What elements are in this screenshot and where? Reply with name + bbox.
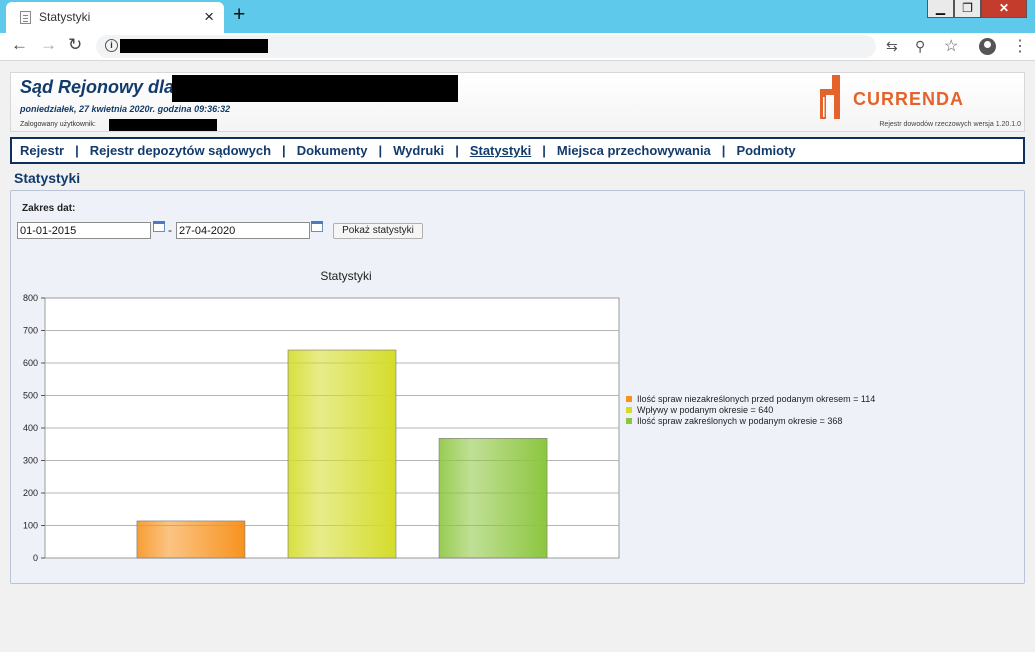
y-tick-label: 300 bbox=[23, 456, 38, 466]
forward-icon[interactable]: → bbox=[40, 35, 57, 55]
menu-item-statystyki[interactable]: Statystyki bbox=[470, 143, 531, 158]
calendar-icon[interactable] bbox=[311, 221, 323, 232]
menu-separator: | bbox=[378, 143, 383, 158]
browser-tab-strip: Statystyki × + ▁ ❐ ✕ bbox=[0, 0, 1035, 33]
y-tick-label: 600 bbox=[23, 358, 38, 368]
menu-item-miejsca-przechowywania[interactable]: Miejsca przechowywania bbox=[557, 143, 711, 158]
y-tick-label: 100 bbox=[23, 521, 38, 531]
profile-avatar-icon[interactable] bbox=[979, 38, 996, 55]
date-to-input[interactable] bbox=[176, 222, 310, 239]
reload-icon[interactable]: ↻ bbox=[68, 35, 82, 55]
bookmark-star-icon[interactable]: ☆ bbox=[944, 36, 958, 56]
date-range-dash: - bbox=[168, 223, 172, 237]
redacted-user-name bbox=[109, 119, 217, 131]
app-version: Rejestr dowodów rzeczowych wersja 1.20.1… bbox=[879, 121, 1021, 128]
site-info-icon[interactable]: i bbox=[105, 39, 118, 52]
app-header: Sąd Rejonowy dla poniedziałek, 27 kwietn… bbox=[10, 72, 1025, 132]
zoom-icon[interactable]: ⚲ bbox=[915, 38, 925, 55]
menu-separator: | bbox=[455, 143, 459, 158]
redacted-url bbox=[120, 39, 268, 53]
y-tick-label: 200 bbox=[23, 488, 38, 498]
tab-title: Statystyki bbox=[39, 10, 91, 24]
page-title: Statystyki bbox=[14, 170, 81, 186]
statistics-chart: Statystyki 0 100 200 300 400 500 600 700 800 Ilość… bbox=[23, 269, 875, 563]
y-tick-label: 700 bbox=[23, 326, 38, 336]
show-statistics-button[interactable]: Pokaż statystyki bbox=[333, 223, 423, 239]
restore-icon[interactable]: ❐ bbox=[954, 0, 981, 18]
bar bbox=[438, 438, 548, 559]
court-name: Sąd Rejonowy dla bbox=[20, 77, 175, 97]
legend-label: Ilość spraw niezakreślonych przed podany… bbox=[637, 394, 875, 404]
y-tick-label: 500 bbox=[23, 391, 38, 401]
menu-item-wydruki[interactable]: Wydruki bbox=[393, 143, 444, 158]
menu-item-podmioty[interactable]: Podmioty bbox=[736, 143, 795, 158]
page-content: Sąd Rejonowy dla poniedziałek, 27 kwietn… bbox=[0, 62, 1035, 652]
logo-text: CURRENDA bbox=[853, 89, 964, 109]
date-from-input[interactable] bbox=[17, 222, 151, 239]
legend-swatch bbox=[626, 396, 632, 402]
translate-icon[interactable]: ⇆ bbox=[886, 38, 898, 55]
chart-title: Statystyki bbox=[320, 269, 371, 283]
current-datetime: poniedziałek, 27 kwietnia 2020r. godzina… bbox=[20, 104, 231, 114]
page-favicon-icon bbox=[20, 11, 31, 24]
statistics-panel: Zakres dat: - Pokaż statystyki Statystyk… bbox=[10, 190, 1025, 584]
new-tab-icon[interactable]: + bbox=[233, 3, 245, 27]
calendar-icon[interactable] bbox=[153, 221, 165, 232]
y-tick-label: 800 bbox=[23, 293, 38, 303]
minimize-icon[interactable]: ▁ bbox=[927, 0, 954, 18]
window-close-icon[interactable]: ✕ bbox=[981, 0, 1027, 18]
y-tick-label: 400 bbox=[23, 423, 38, 433]
legend-swatch bbox=[626, 418, 632, 424]
currenda-logo-icon bbox=[820, 75, 840, 119]
y-tick-label: 0 bbox=[33, 553, 38, 563]
logged-user-label: Zalogowany użytkownik: bbox=[20, 121, 96, 128]
menu-separator: | bbox=[75, 143, 79, 158]
menu-item-dokumenty[interactable]: Dokumenty bbox=[297, 143, 368, 158]
back-icon[interactable]: ← bbox=[11, 35, 28, 55]
menu-item-rejestr[interactable]: Rejestr bbox=[20, 143, 64, 158]
legend-swatch bbox=[626, 407, 632, 413]
bar bbox=[287, 349, 397, 559]
legend-label: Ilość spraw zakreślonych w podanym okres… bbox=[637, 416, 842, 426]
menu-items: Rejestr | Rejestr depozytów sądowych | Dokum… bbox=[20, 143, 796, 158]
menu-separator: | bbox=[542, 143, 546, 158]
address-bar[interactable]: i bbox=[96, 35, 876, 58]
legend-label: Wpływy w podanym okresie = 640 bbox=[637, 405, 773, 415]
main-menu: Rejestr | Rejestr depozytów sądowych | Dokum… bbox=[10, 137, 1025, 164]
browser-tab[interactable]: Statystyki × bbox=[6, 2, 224, 33]
window-controls: ▁ ❐ ✕ bbox=[927, 0, 1027, 18]
browser-menu-icon[interactable]: ⋮ bbox=[1012, 36, 1028, 56]
date-range-label: Zakres dat: bbox=[22, 203, 76, 214]
bar bbox=[136, 520, 246, 559]
tab-close-icon[interactable]: × bbox=[204, 7, 214, 27]
browser-toolbar: ← → ↻ i ⇆ ⚲ ☆ ⋮ bbox=[0, 33, 1035, 61]
menu-separator: | bbox=[721, 143, 726, 158]
redacted-court-name bbox=[172, 75, 458, 102]
menu-separator: | bbox=[282, 143, 286, 158]
menu-item-rejestr-depozytów-sądowych[interactable]: Rejestr depozytów sądowych bbox=[90, 143, 271, 158]
